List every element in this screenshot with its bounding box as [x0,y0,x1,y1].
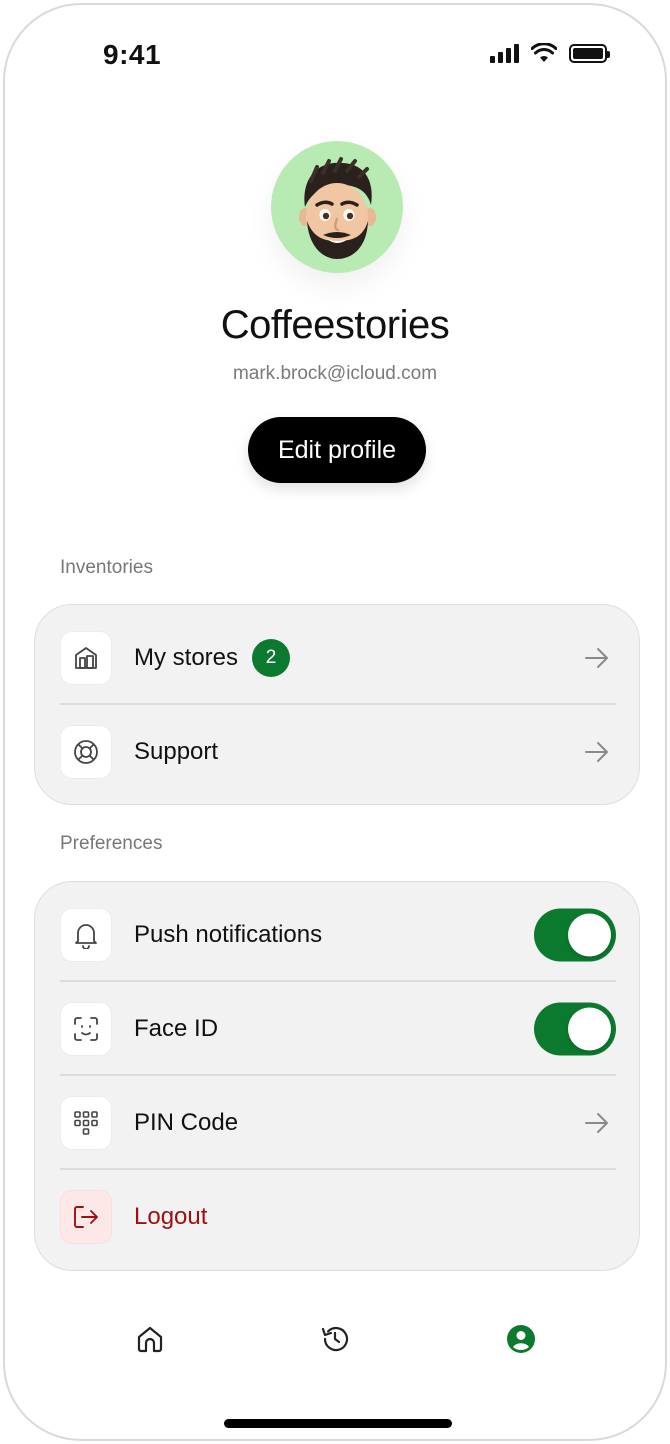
tab-home[interactable] [130,1319,170,1359]
push-notifications-toggle[interactable] [534,908,616,962]
keypad-icon [74,1111,98,1135]
arrow-right-icon [585,1113,608,1133]
edit-profile-button[interactable]: Edit profile [248,417,426,483]
signal-icon [490,43,519,63]
home-indicator [224,1419,452,1428]
profile-email: mark.brock@icloud.com [232,363,438,384]
tab-profile[interactable] [501,1319,541,1359]
list-item-label: My stores [134,644,239,671]
bell-icon-box [60,908,112,962]
tab-history[interactable] [315,1319,355,1359]
list-item-label: PIN Code [134,1109,239,1136]
list-item-pin-code[interactable]: PIN Code [60,1076,616,1170]
face-id-icon-box [60,1002,112,1056]
home-icon [137,1326,163,1353]
profile-icon [507,1325,535,1353]
list-item-label: Logout [134,1203,208,1230]
list-item-face-id[interactable]: Face ID [60,982,616,1076]
list-item-label: Push notifications [134,921,323,948]
list-item-my-stores[interactable]: My stores 2 [60,611,616,705]
tab-bar [5,1301,665,1381]
bell-icon [75,924,97,949]
arrow-right-icon [585,742,608,762]
status-icons [490,43,610,63]
lifebuoy-icon [74,740,98,764]
status-time: 9:41 [103,39,162,70]
logout-icon [74,1206,98,1228]
preferences-card: Push notifications Face ID PIN Code Logo… [34,881,640,1271]
history-icon [321,1326,349,1352]
keypad-icon-box [60,1096,112,1150]
section-label-inventories: Inventories [60,557,153,578]
inventories-card: My stores 2 Support [34,604,640,805]
lifebuoy-icon-box [60,725,112,779]
store-icon-box [60,631,112,685]
store-icon [75,647,97,669]
list-item-label: Face ID [134,1015,219,1042]
list-item-logout[interactable]: Logout [60,1170,616,1264]
list-item-label: Support [134,738,219,765]
logout-icon-box [60,1190,112,1244]
battery-icon [569,43,610,63]
section-label-preferences: Preferences [60,833,163,854]
face-id-toggle[interactable] [534,1002,616,1056]
list-item-push-notifications[interactable]: Push notifications [60,888,616,982]
phone-frame: 9:41 Coffeestories mark.brock@icloud.com… [3,3,667,1441]
count-badge: 2 [252,639,291,677]
profile-name: Coffeestories [220,303,450,347]
status-bar: 9:41 [5,5,665,105]
wifi-icon [531,43,557,62]
face-id-icon [74,1017,98,1041]
memoji-avatar-icon [299,157,376,259]
arrow-right-icon [585,648,608,668]
avatar[interactable] [271,141,403,273]
list-item-support[interactable]: Support [60,705,616,799]
